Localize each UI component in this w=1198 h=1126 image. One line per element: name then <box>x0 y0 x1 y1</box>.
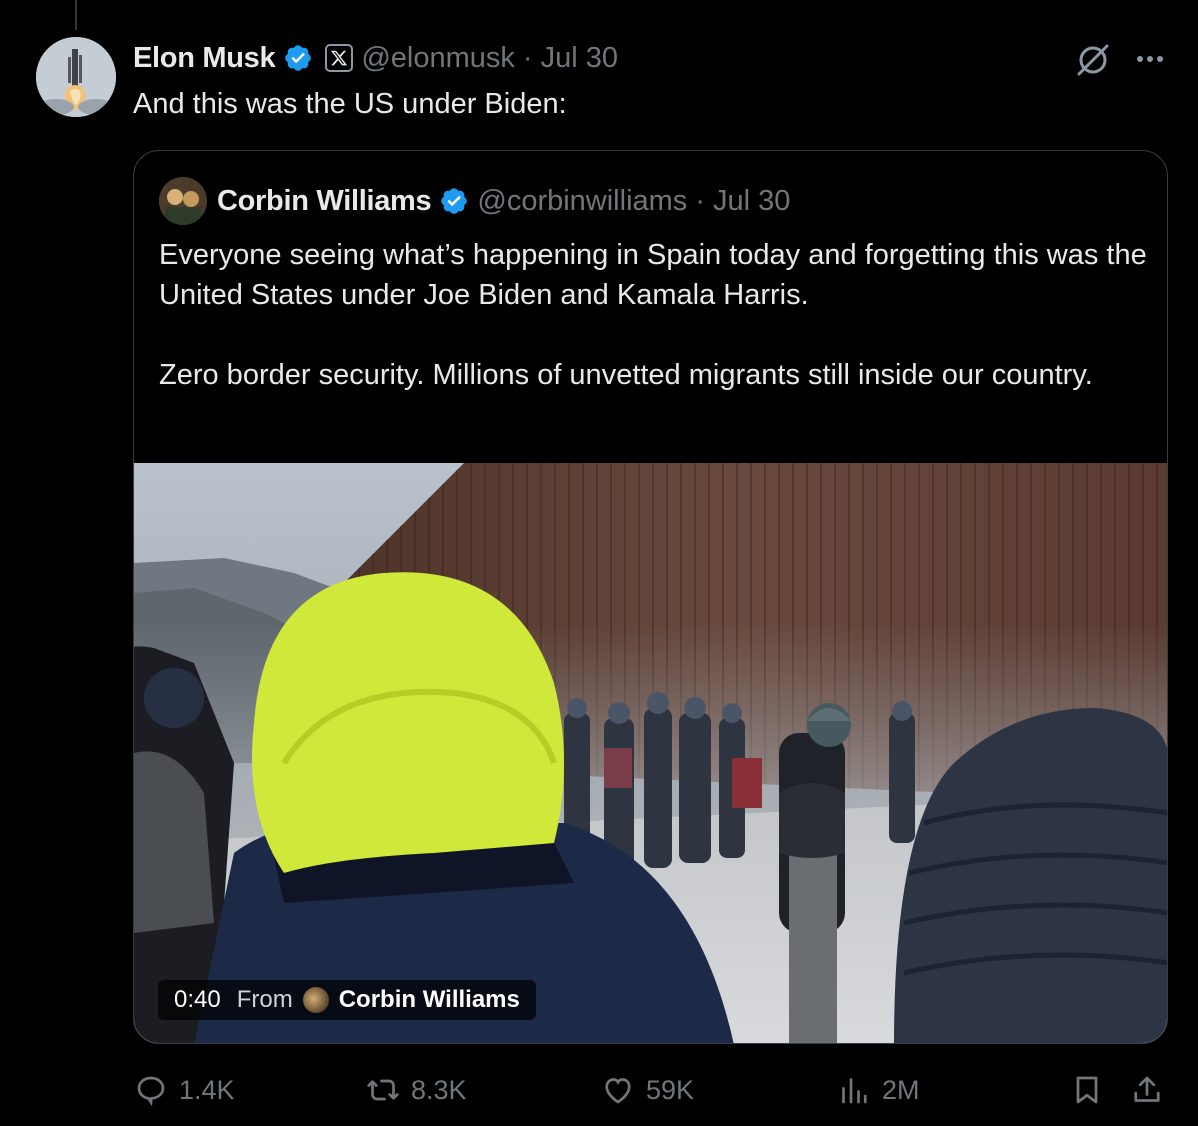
separator-dot: · <box>522 41 533 74</box>
grok-icon[interactable] <box>1073 40 1113 80</box>
more-icon[interactable] <box>1130 44 1170 74</box>
like-count: 59K <box>646 1074 695 1105</box>
quoted-author-handle[interactable]: @corbinwilliams <box>477 185 687 218</box>
x-logo-icon[interactable] <box>325 44 354 72</box>
quoted-paragraph: Everyone seeing what’s happening in Spai… <box>159 239 1147 311</box>
post-text: And this was the US under Biden: <box>133 88 567 120</box>
quoted-post-header: Corbin Williams @corbinwilliams · Jul 30 <box>159 177 790 225</box>
repost-count: 8.3K <box>411 1074 467 1105</box>
quoted-paragraph: Zero border security. Millions of unvett… <box>159 359 1093 391</box>
quoted-post-date[interactable]: Jul 30 <box>713 185 790 218</box>
reply-icon <box>137 1076 165 1107</box>
verified-badge-icon[interactable] <box>439 186 469 216</box>
video-thumbnail <box>134 463 1167 1043</box>
quoted-author-avatar[interactable] <box>159 177 207 225</box>
heart-icon <box>605 1078 631 1104</box>
views-icon <box>842 1078 867 1104</box>
post-header: Elon Musk @elonmusk · Jul 30 <box>133 38 618 78</box>
repost-button[interactable]: 8.3K <box>365 1066 467 1114</box>
share-button[interactable] <box>1129 1066 1165 1114</box>
video-attribution-pill[interactable]: 0:40 From Corbin Williams <box>158 980 536 1020</box>
reply-button[interactable]: 1.4K <box>133 1066 235 1114</box>
bookmark-button[interactable] <box>1069 1066 1105 1114</box>
author-handle[interactable]: @elonmusk <box>361 42 515 75</box>
thread-connector-line <box>75 0 77 30</box>
action-bar: 1.4K 8.3K 59K 2M <box>133 1066 1173 1114</box>
quoted-author-name[interactable]: Corbin Williams <box>217 185 432 218</box>
like-button[interactable]: 59K <box>600 1066 694 1114</box>
separator-dot: · <box>695 184 705 217</box>
video-duration: 0:40 <box>174 986 221 1013</box>
video-source-avatar <box>302 987 329 1013</box>
video-from-label: From <box>236 986 293 1013</box>
author-name[interactable]: Elon Musk <box>133 42 276 75</box>
verified-badge-icon[interactable] <box>283 43 313 73</box>
video-source-name[interactable]: Corbin Williams <box>339 986 520 1014</box>
author-avatar[interactable] <box>36 37 116 117</box>
video-player[interactable]: 0:40 From Corbin Williams <box>134 463 1167 1043</box>
quoted-post-text: Everyone seeing what’s happening in Spai… <box>159 235 1149 435</box>
post-date[interactable]: Jul 30 <box>541 42 618 75</box>
views-button[interactable]: 2M <box>836 1066 920 1114</box>
rocket-launch-image <box>36 37 116 117</box>
quoted-post[interactable]: Corbin Williams @corbinwilliams · Jul 30… <box>133 150 1168 1044</box>
share-icon <box>1134 1076 1160 1102</box>
repost-icon <box>367 1079 399 1101</box>
views-count: 2M <box>882 1074 920 1105</box>
reply-count: 1.4K <box>179 1074 235 1105</box>
bookmark-icon <box>1076 1076 1098 1104</box>
